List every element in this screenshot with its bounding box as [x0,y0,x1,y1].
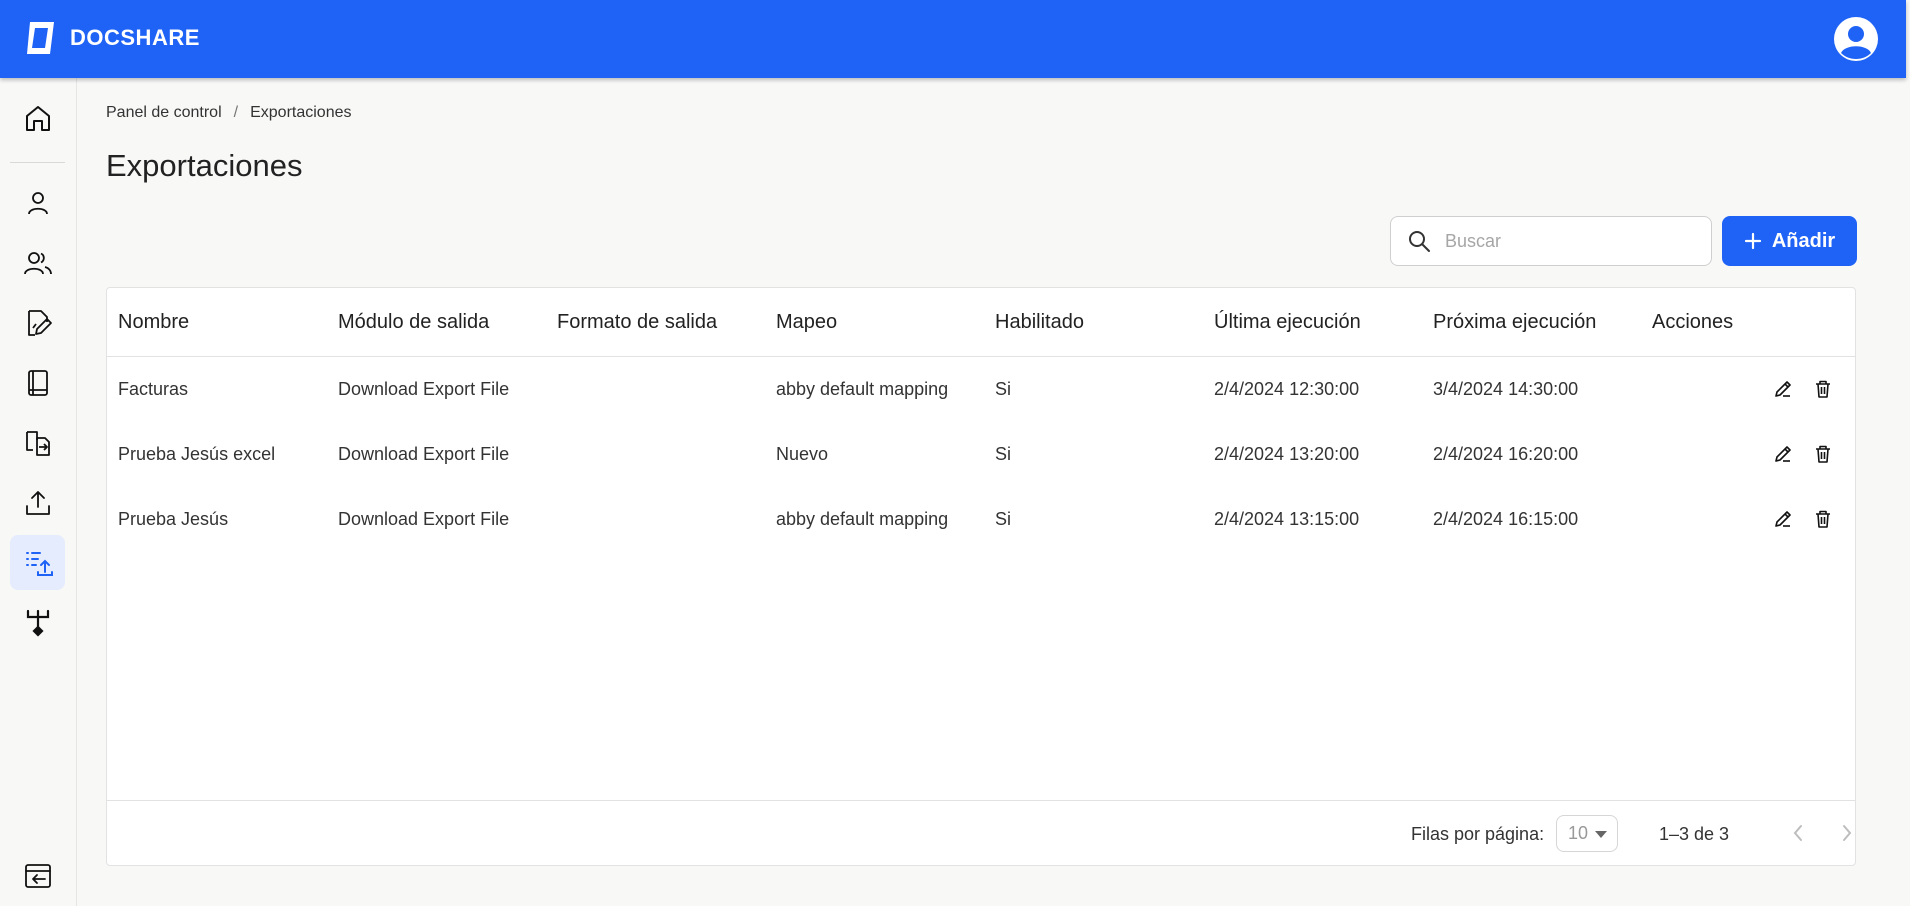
add-button-label: Añadir [1771,229,1836,252]
rows-per-page-value: 10 [1568,823,1589,843]
book-icon [27,369,48,396]
rows-per-page-select[interactable]: 10 [1556,815,1618,852]
caret-down-icon [1595,831,1607,838]
delete-button[interactable] [1809,375,1837,403]
search-box[interactable] [1390,216,1712,266]
document-edit-icon [27,309,52,336]
table-row[interactable]: Facturas Download Export File abby defau… [107,357,1855,422]
sidebar-collapse-button[interactable] [10,848,65,903]
cell-modulo: Download Export File [338,444,510,464]
column-header-nombre[interactable]: Nombre [118,311,189,334]
trash-icon [1816,445,1830,463]
upload-icon [25,490,50,515]
column-header-mapeo[interactable]: Mapeo [776,311,837,334]
delete-button[interactable] [1809,440,1837,468]
column-header-formato[interactable]: Formato de salida [557,311,717,334]
docshare-logo-icon [24,18,58,58]
cell-mapeo: abby default mapping [776,379,949,399]
cell-ultima-ejecucion: 2/4/2024 12:30:00 [1214,379,1360,399]
breadcrumb-link-panel[interactable]: Panel de control [106,104,222,122]
sidebar-item-document-edit[interactable] [10,295,65,350]
sidebar-item-user[interactable] [10,175,65,230]
previous-page-button[interactable] [1782,817,1814,849]
chevron-left-icon [1793,825,1802,841]
table-row[interactable]: Prueba Jesús Download Export File abby d… [107,487,1855,552]
top-app-bar: DOCSHARE [0,0,1906,78]
sidebar [0,78,77,906]
cell-nombre: Prueba Jesús excel [118,444,276,464]
breadcrumb-current: Exportaciones [250,104,352,121]
collapse-sidebar-icon [24,863,51,888]
brand-name: DOCSHARE [70,25,200,50]
delete-button[interactable] [1809,505,1837,533]
edit-pencil-icon [1775,511,1791,527]
table-pagination: Filas por página: 10 1–3 de 3 [107,800,1855,866]
cell-mapeo: abby default mapping [776,509,949,529]
page-title: Exportaciones [106,148,303,183]
cell-habilitado: Si [995,509,1012,529]
sidebar-divider [10,162,65,163]
edit-button[interactable] [1769,375,1797,403]
brand-logo[interactable]: DOCSHARE [24,18,200,58]
cell-modulo: Download Export File [338,509,510,529]
breadcrumb-separator: / [233,104,239,121]
cell-ultima-ejecucion: 2/4/2024 13:15:00 [1214,509,1360,529]
cell-habilitado: Si [995,444,1012,464]
rows-per-page-label: Filas por página: [1411,824,1545,844]
file-transfer-icon [25,430,50,456]
users-icon [23,251,52,274]
cell-ultima-ejecucion: 2/4/2024 13:20:00 [1214,444,1360,464]
trash-icon [1816,380,1830,398]
cell-proxima-ejecucion: 2/4/2024 16:20:00 [1433,444,1579,464]
sidebar-item-workflow[interactable] [10,595,65,650]
cell-nombre: Facturas [118,379,189,399]
cell-proxima-ejecucion: 3/4/2024 14:30:00 [1433,379,1579,399]
column-header-acciones: Acciones [1652,311,1734,333]
edit-pencil-icon [1775,381,1791,397]
edit-pencil-icon [1775,446,1791,462]
add-export-button[interactable]: Añadir [1722,216,1857,266]
sidebar-item-exports[interactable] [10,535,65,590]
table-header: Nombre Módulo de salida Formato de salid… [107,288,1855,357]
cell-mapeo: Nuevo [776,444,829,464]
cell-habilitado: Si [995,379,1012,399]
account-avatar-button[interactable] [1832,15,1880,63]
table-row[interactable]: Prueba Jesús excel Download Export File … [107,422,1855,487]
column-header-habilitado[interactable]: Habilitado [995,311,1084,334]
cell-nombre: Prueba Jesús [118,509,229,529]
column-header-proxima-ejecucion[interactable]: Próxima ejecución [1433,311,1596,334]
edit-button[interactable] [1769,505,1797,533]
sidebar-item-book[interactable] [10,355,65,410]
chevron-right-icon [1843,825,1852,841]
search-icon [1407,229,1431,253]
sidebar-item-users[interactable] [10,235,65,290]
main-content: Panel de control / Exportaciones Exporta… [106,78,1857,906]
sidebar-item-home[interactable] [10,90,65,145]
breadcrumb: Panel de control / Exportaciones [106,104,351,122]
cell-modulo: Download Export File [338,379,510,399]
sidebar-item-file-transfer[interactable] [10,415,65,470]
sidebar-item-upload[interactable] [10,475,65,530]
pagination-range: 1–3 de 3 [1659,824,1730,844]
search-input[interactable] [1445,230,1685,252]
next-page-button[interactable] [1831,817,1863,849]
exports-table: Nombre Módulo de salida Formato de salid… [106,287,1856,866]
home-icon [25,105,50,131]
column-header-modulo[interactable]: Módulo de salida [338,311,489,334]
column-header-ultima-ejecucion[interactable]: Última ejecución [1214,311,1361,334]
export-list-icon [25,551,53,576]
cell-proxima-ejecucion: 2/4/2024 16:15:00 [1433,509,1579,529]
plus-icon [1744,232,1761,250]
user-icon [27,191,48,214]
edit-button[interactable] [1769,440,1797,468]
workflow-icon [26,609,49,637]
trash-icon [1816,510,1830,528]
account-circle-icon [1834,17,1878,61]
